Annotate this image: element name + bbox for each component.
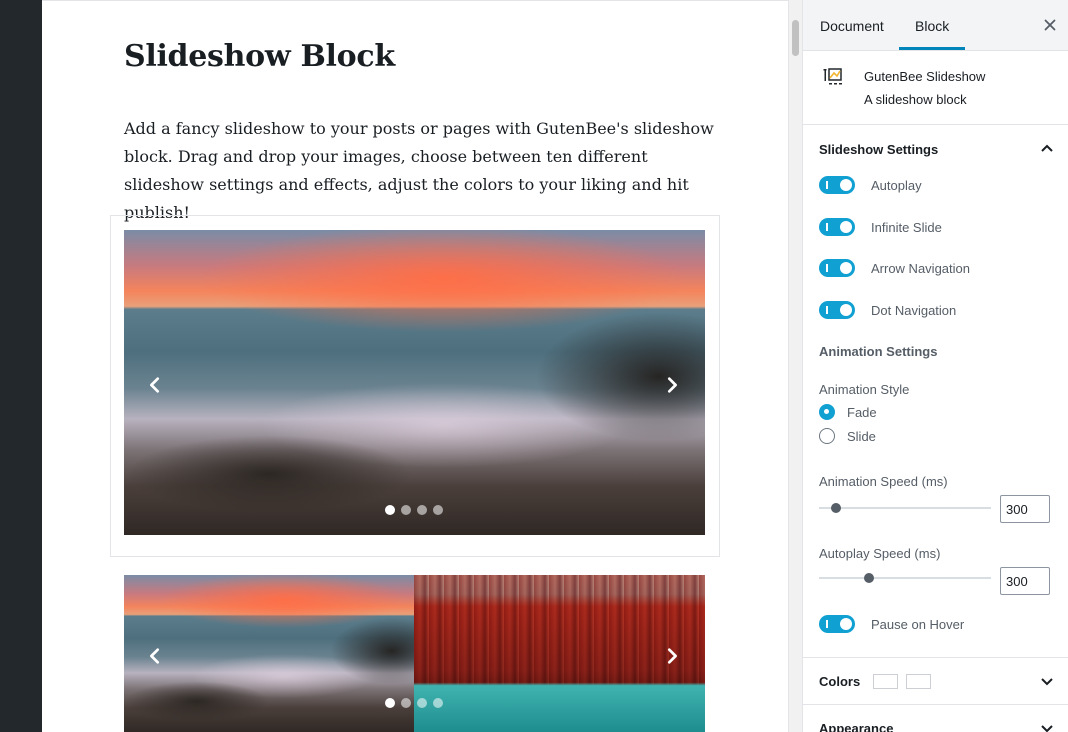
slider-track	[819, 577, 991, 579]
slide-dot-1[interactable]	[385, 698, 395, 708]
toggle-row-autoplay: Autoplay	[819, 175, 922, 195]
block-card: GutenBee Slideshow A slideshow block	[803, 51, 1068, 125]
toggle-label: Autoplay	[871, 177, 922, 193]
slide-dot-4[interactable]	[433, 698, 443, 708]
slider-thumb[interactable]	[864, 573, 874, 583]
chevron-up-icon	[1039, 141, 1055, 157]
block-description: A slideshow block	[864, 92, 967, 107]
panel-title: Colors	[819, 674, 861, 689]
animation-speed-input[interactable]	[1000, 495, 1050, 523]
animation-style-label: Animation Style	[819, 382, 910, 397]
radio-row-fade: Fade	[819, 403, 877, 421]
admin-sidebar	[0, 0, 42, 732]
slideshow-dots	[385, 505, 443, 515]
toggle-row-pause-on-hover: Pause on Hover	[819, 614, 964, 634]
post-title[interactable]: Slideshow Block	[124, 39, 395, 74]
slider-thumb[interactable]	[831, 503, 841, 513]
slide-image-sunset	[124, 575, 415, 732]
animation-settings-heading: Animation Settings	[819, 344, 938, 359]
slide-dot-3[interactable]	[417, 698, 427, 708]
chevron-left-icon[interactable]	[143, 373, 167, 397]
panel-appearance[interactable]: Appearance	[803, 705, 1068, 732]
slide-dot-2[interactable]	[401, 698, 411, 708]
slide-dot-1[interactable]	[385, 505, 395, 515]
slide-dot-4[interactable]	[433, 505, 443, 515]
panel-title: Slideshow Settings	[819, 142, 939, 157]
block-name: GutenBee Slideshow	[864, 69, 986, 84]
toggle-label: Dot Navigation	[871, 302, 957, 318]
animation-speed-slider[interactable]	[819, 498, 991, 518]
autoplay-toggle[interactable]	[819, 176, 855, 194]
slideshow-second[interactable]	[124, 575, 705, 732]
slider-track	[819, 507, 991, 509]
settings-sidebar: Document Block GutenBee Slideshow A slid…	[802, 0, 1068, 732]
slide-radio[interactable]	[819, 428, 835, 444]
sidebar-tabs: Document Block	[803, 0, 1068, 51]
radio-label: Fade	[847, 404, 877, 420]
autoplay-speed-input[interactable]	[1000, 567, 1050, 595]
toggle-label: Arrow Navigation	[871, 260, 970, 276]
editor-canvas: Slideshow Block Add a fancy slideshow to…	[42, 0, 788, 732]
close-icon[interactable]	[1041, 16, 1059, 34]
tab-document[interactable]: Document	[804, 0, 900, 50]
fade-radio[interactable]	[819, 404, 835, 420]
panel-colors[interactable]: Colors	[803, 658, 1068, 704]
pause-on-hover-toggle[interactable]	[819, 615, 855, 633]
slide-dot-2[interactable]	[401, 505, 411, 515]
chevron-down-icon	[1039, 673, 1055, 689]
radio-row-slide: Slide	[819, 427, 876, 445]
autoplay-speed-label: Autoplay Speed (ms)	[819, 546, 941, 561]
toggle-row-infinite-slide: Infinite Slide	[819, 217, 942, 237]
animation-speed-label: Animation Speed (ms)	[819, 474, 948, 489]
toggle-row-arrow-navigation: Arrow Navigation	[819, 258, 970, 278]
chevron-down-icon	[1039, 720, 1055, 732]
slide-image-sunset	[124, 230, 705, 535]
post-paragraph[interactable]: Add a fancy slideshow to your posts or p…	[124, 115, 714, 227]
color-swatch[interactable]	[873, 674, 898, 689]
slideshow-main[interactable]	[124, 230, 705, 535]
arrow-navigation-toggle[interactable]	[819, 259, 855, 277]
radio-label: Slide	[847, 428, 876, 444]
color-swatch[interactable]	[906, 674, 931, 689]
chevron-right-icon[interactable]	[660, 644, 684, 668]
panel-slideshow-settings[interactable]: Slideshow Settings	[803, 126, 1068, 172]
autoplay-speed-slider[interactable]	[819, 568, 991, 588]
toggle-label: Infinite Slide	[871, 219, 942, 235]
tab-block[interactable]: Block	[899, 0, 966, 50]
scrollbar-thumb[interactable]	[792, 20, 799, 56]
infinite-slide-toggle[interactable]	[819, 218, 855, 236]
panel-title: Appearance	[819, 721, 894, 732]
dot-navigation-toggle[interactable]	[819, 301, 855, 319]
toggle-row-dot-navigation: Dot Navigation	[819, 300, 956, 320]
slideshow-block-icon	[823, 66, 845, 88]
editor-scrollbar[interactable]	[788, 0, 802, 732]
slideshow-dots	[385, 698, 443, 708]
chevron-right-icon[interactable]	[660, 373, 684, 397]
toggle-label: Pause on Hover	[871, 616, 965, 632]
chevron-left-icon[interactable]	[143, 644, 167, 668]
slide-dot-3[interactable]	[417, 505, 427, 515]
